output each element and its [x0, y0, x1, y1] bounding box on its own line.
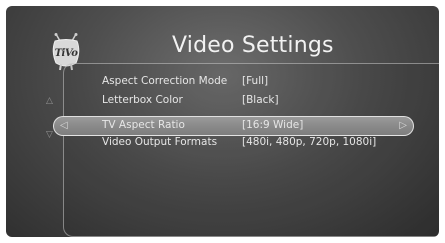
setting-value: [480i, 480p, 720p, 1080i] — [242, 136, 377, 148]
setting-value: [Black] — [242, 94, 279, 106]
setting-label: Letterbox Color — [102, 94, 183, 106]
settings-panel — [63, 63, 439, 237]
left-arrow-icon[interactable]: ◁ — [60, 119, 68, 133]
setting-label: Aspect Correction Mode — [102, 75, 228, 87]
down-arrow-icon[interactable]: ▽ — [46, 131, 53, 140]
setting-value: [16:9 Wide] — [242, 119, 304, 131]
right-arrow-icon[interactable]: ▷ — [399, 119, 407, 133]
setting-label: Video Output Formats — [102, 136, 218, 148]
page-title: Video Settings — [172, 33, 334, 58]
setting-label: TV Aspect Ratio — [102, 119, 185, 131]
tivo-logo-text: TiVo — [54, 48, 78, 59]
tivo-screen: TiVo Video Settings △ ▽ ◁ ▷ Aspect Corre… — [6, 6, 439, 237]
setting-value: [Full] — [242, 75, 269, 87]
up-arrow-icon[interactable]: △ — [46, 97, 53, 106]
